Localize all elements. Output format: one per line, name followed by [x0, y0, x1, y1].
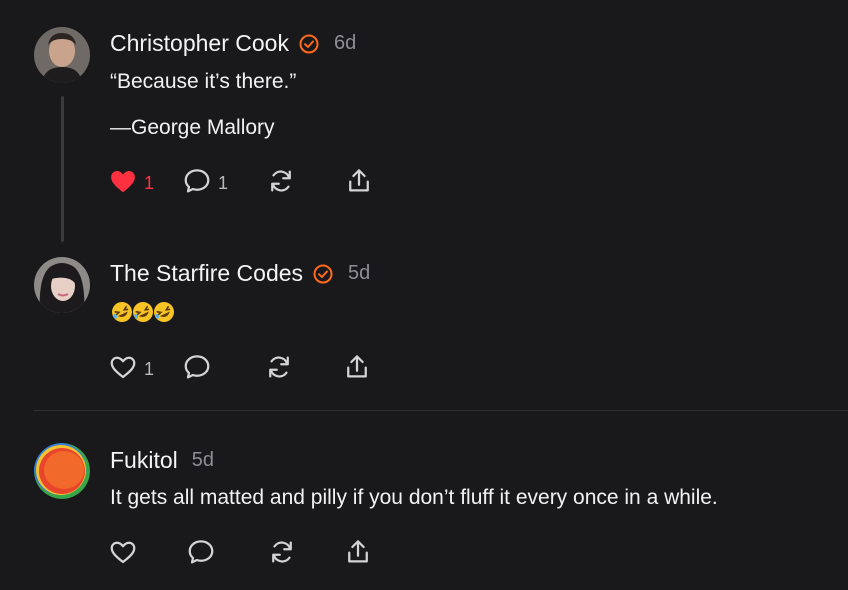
- like-count: 1: [144, 359, 155, 379]
- thread-connector-line: [61, 96, 64, 242]
- timestamp[interactable]: 6d: [334, 32, 356, 55]
- repost-icon: [264, 352, 294, 387]
- section-divider: [34, 410, 848, 411]
- heart-icon: [108, 166, 138, 201]
- username[interactable]: Christopher Cook: [110, 30, 289, 57]
- share-icon: [342, 352, 372, 387]
- verified-badge-icon: [312, 263, 334, 285]
- repost-icon: [266, 166, 296, 201]
- share-button[interactable]: [343, 537, 373, 572]
- repost-button[interactable]: [266, 166, 296, 201]
- comment-icon: [182, 352, 212, 387]
- share-button[interactable]: [342, 352, 372, 387]
- post-text-line: It gets all matted and pilly if you don’…: [110, 486, 718, 509]
- username[interactable]: Fukitol: [110, 447, 178, 474]
- heart-icon: [108, 537, 138, 572]
- like-button[interactable]: 1: [108, 352, 154, 387]
- post-header: Christopher Cook 6d: [110, 30, 356, 57]
- action-bar: [108, 537, 373, 572]
- post-emoji-row: [110, 300, 176, 324]
- share-icon: [344, 166, 374, 201]
- heart-icon: [108, 352, 138, 387]
- timestamp[interactable]: 5d: [192, 449, 214, 472]
- timestamp[interactable]: 5d: [348, 262, 370, 285]
- like-button[interactable]: [108, 537, 144, 572]
- post-text-line: —George Mallory: [110, 116, 275, 139]
- post-header: Fukitol 5d: [110, 447, 214, 474]
- post-header: The Starfire Codes 5d: [110, 260, 370, 287]
- like-button[interactable]: 1: [108, 166, 154, 201]
- reply-button[interactable]: 1: [182, 166, 228, 201]
- reply-button[interactable]: [186, 537, 222, 572]
- action-bar: 1 1: [108, 166, 374, 201]
- verified-badge-icon: [298, 33, 320, 55]
- avatar-christopher-cook[interactable]: [34, 27, 90, 83]
- repost-button[interactable]: [264, 352, 294, 387]
- comment-icon: [186, 537, 216, 572]
- username[interactable]: The Starfire Codes: [110, 260, 303, 287]
- like-count: 1: [144, 173, 155, 193]
- comment-icon: [182, 166, 212, 201]
- share-button[interactable]: [344, 166, 374, 201]
- action-bar: 1: [108, 352, 372, 387]
- rolling-laughing-emoji: [154, 302, 174, 322]
- avatar-the-starfire-codes[interactable]: [34, 257, 90, 313]
- reply-button[interactable]: [182, 352, 218, 387]
- reply-count: 1: [218, 173, 229, 193]
- share-icon: [343, 537, 373, 572]
- post-text-line: “Because it’s there.”: [110, 70, 297, 93]
- repost-button[interactable]: [267, 537, 297, 572]
- avatar-fukitol[interactable]: [34, 443, 90, 499]
- repost-icon: [267, 537, 297, 572]
